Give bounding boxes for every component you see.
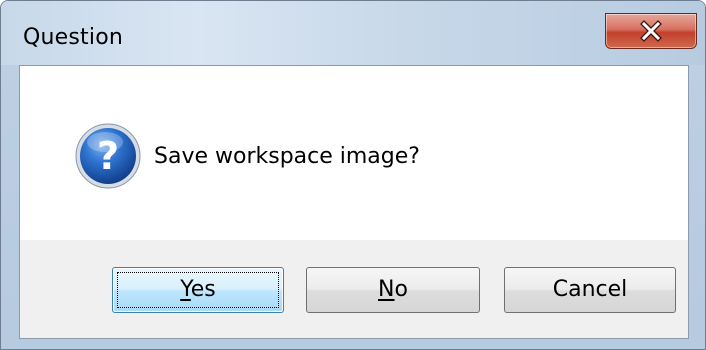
no-accelerator: N xyxy=(378,277,395,302)
dialog-content: ? Save workspace image? Yes No Cancel xyxy=(19,65,689,339)
close-button[interactable] xyxy=(605,13,697,49)
no-button[interactable]: No xyxy=(306,267,480,313)
message-text: Save workspace image? xyxy=(154,144,420,169)
svg-text:?: ? xyxy=(97,134,119,178)
cancel-label: Cancel xyxy=(552,277,628,302)
cancel-button[interactable]: Cancel xyxy=(504,267,676,313)
focus-ring xyxy=(117,272,279,308)
message-area: ? Save workspace image? xyxy=(20,66,688,240)
title-bar[interactable]: Question xyxy=(1,1,705,65)
yes-button[interactable]: Yes xyxy=(112,267,284,313)
question-icon: ? xyxy=(75,123,141,189)
close-icon xyxy=(640,20,662,42)
dialog-title: Question xyxy=(23,25,123,50)
question-dialog: Question ? Save workspace image? Yes No … xyxy=(0,0,706,350)
no-label: o xyxy=(394,277,408,302)
